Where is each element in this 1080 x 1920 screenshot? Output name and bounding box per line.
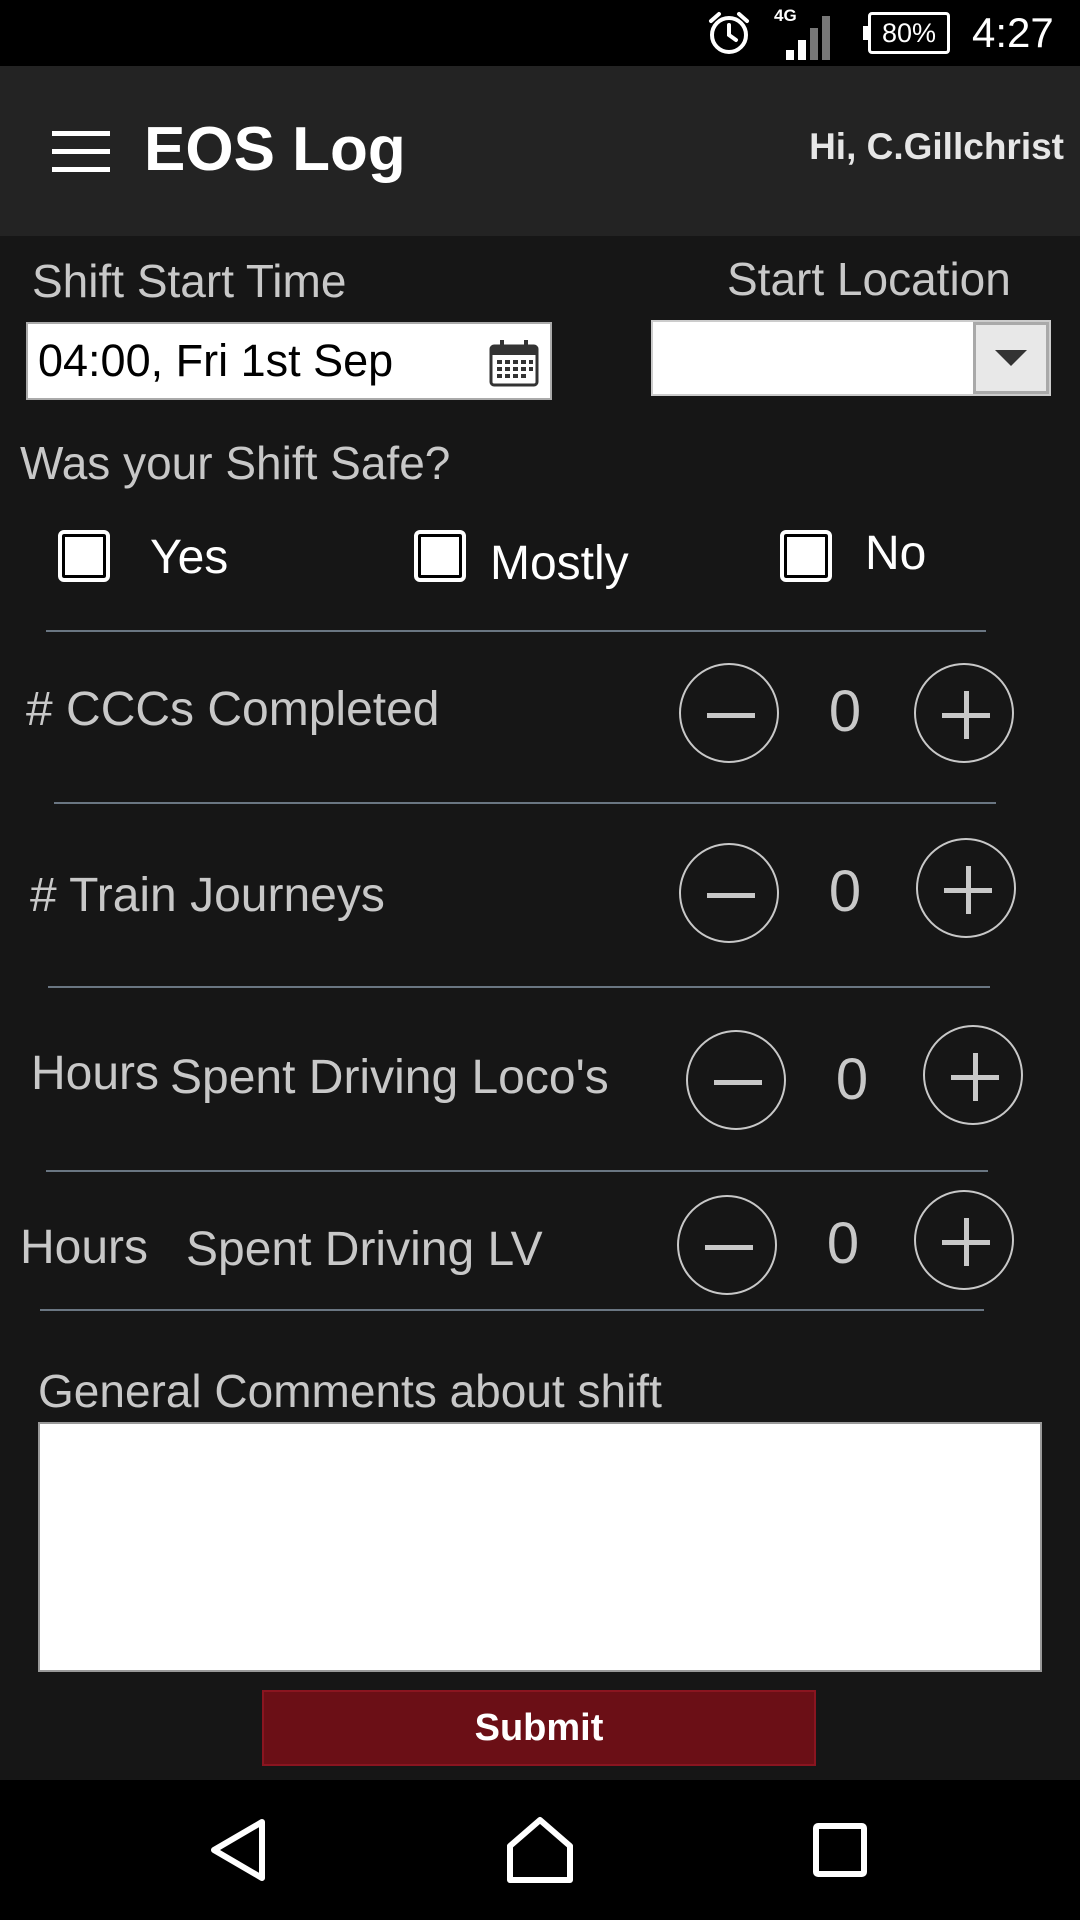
safe-yes-checkbox[interactable] (58, 530, 110, 582)
hours-lv-value: 0 (826, 1211, 860, 1276)
train-journeys-value: 0 (828, 859, 862, 924)
cccs-completed-label: # CCCs Completed (26, 683, 440, 736)
safe-no-checkbox[interactable] (780, 530, 832, 582)
shift-start-label: Shift Start Time (32, 255, 347, 307)
start-location-label: Start Location (727, 253, 1011, 305)
back-icon[interactable] (200, 1810, 280, 1890)
divider (48, 986, 990, 988)
hours-loco-decrement-button[interactable] (686, 1030, 786, 1130)
recents-icon[interactable] (800, 1810, 880, 1890)
app-title: EOS Log (144, 115, 406, 184)
status-bar: 4G 80% 4:27 (0, 0, 1080, 66)
safe-question: Was your Shift Safe? (20, 437, 451, 489)
minus-icon (707, 713, 755, 718)
hours-lv-label-part2: Spent Driving LV (186, 1223, 543, 1276)
start-location-select[interactable] (651, 320, 1051, 396)
minus-icon (707, 893, 755, 898)
divider (40, 1309, 984, 1311)
cccs-value: 0 (828, 679, 862, 744)
network-type: 4G (774, 6, 797, 25)
signal-icon: 4G (770, 0, 834, 66)
hours-lv-label-part1: Hours (20, 1221, 149, 1274)
train-journeys-label: # Train Journeys (30, 869, 385, 922)
clock: 4:27 (972, 9, 1054, 56)
train-journeys-increment-button[interactable] (916, 838, 1016, 938)
minus-icon (714, 1080, 762, 1085)
battery-level: 80% (863, 12, 950, 54)
comments-label: General Comments about shift (38, 1365, 662, 1417)
divider (54, 802, 996, 804)
dropdown-arrow-icon[interactable] (973, 322, 1049, 394)
hours-lv-increment-button[interactable] (914, 1190, 1014, 1290)
hours-loco-label-part1: Hours (31, 1047, 160, 1100)
calendar-icon[interactable] (488, 338, 540, 388)
hamburger-menu-icon[interactable] (52, 131, 112, 173)
user-greeting: Hi, C.Gillchrist (809, 126, 1064, 167)
navigation-bar (0, 1780, 1080, 1920)
app-bar: EOS Log Hi, C.Gillchrist (0, 66, 1080, 236)
divider (46, 630, 986, 632)
hours-loco-increment-button[interactable] (923, 1025, 1023, 1125)
shift-start-input[interactable]: 04:00, Fri 1st Sep (26, 322, 552, 400)
battery-icon: 80% (863, 0, 950, 66)
divider (46, 1170, 988, 1172)
hours-loco-label-part2: Spent Driving Loco's (170, 1051, 609, 1104)
home-icon[interactable] (500, 1810, 580, 1890)
minus-icon (705, 1245, 753, 1250)
hours-loco-value: 0 (835, 1047, 869, 1112)
safe-yes-label: Yes (150, 531, 229, 584)
submit-button[interactable]: Submit (262, 1690, 816, 1766)
safe-mostly-label: Mostly (490, 537, 629, 590)
cccs-decrement-button[interactable] (679, 663, 779, 763)
safe-mostly-checkbox[interactable] (414, 530, 466, 582)
comments-textarea[interactable] (38, 1422, 1042, 1672)
hours-lv-decrement-button[interactable] (677, 1195, 777, 1295)
alarm-icon (705, 0, 753, 66)
cccs-increment-button[interactable] (914, 663, 1014, 763)
train-journeys-decrement-button[interactable] (679, 843, 779, 943)
safe-no-label: No (865, 527, 927, 580)
shift-start-value: 04:00, Fri 1st Sep (38, 335, 394, 386)
